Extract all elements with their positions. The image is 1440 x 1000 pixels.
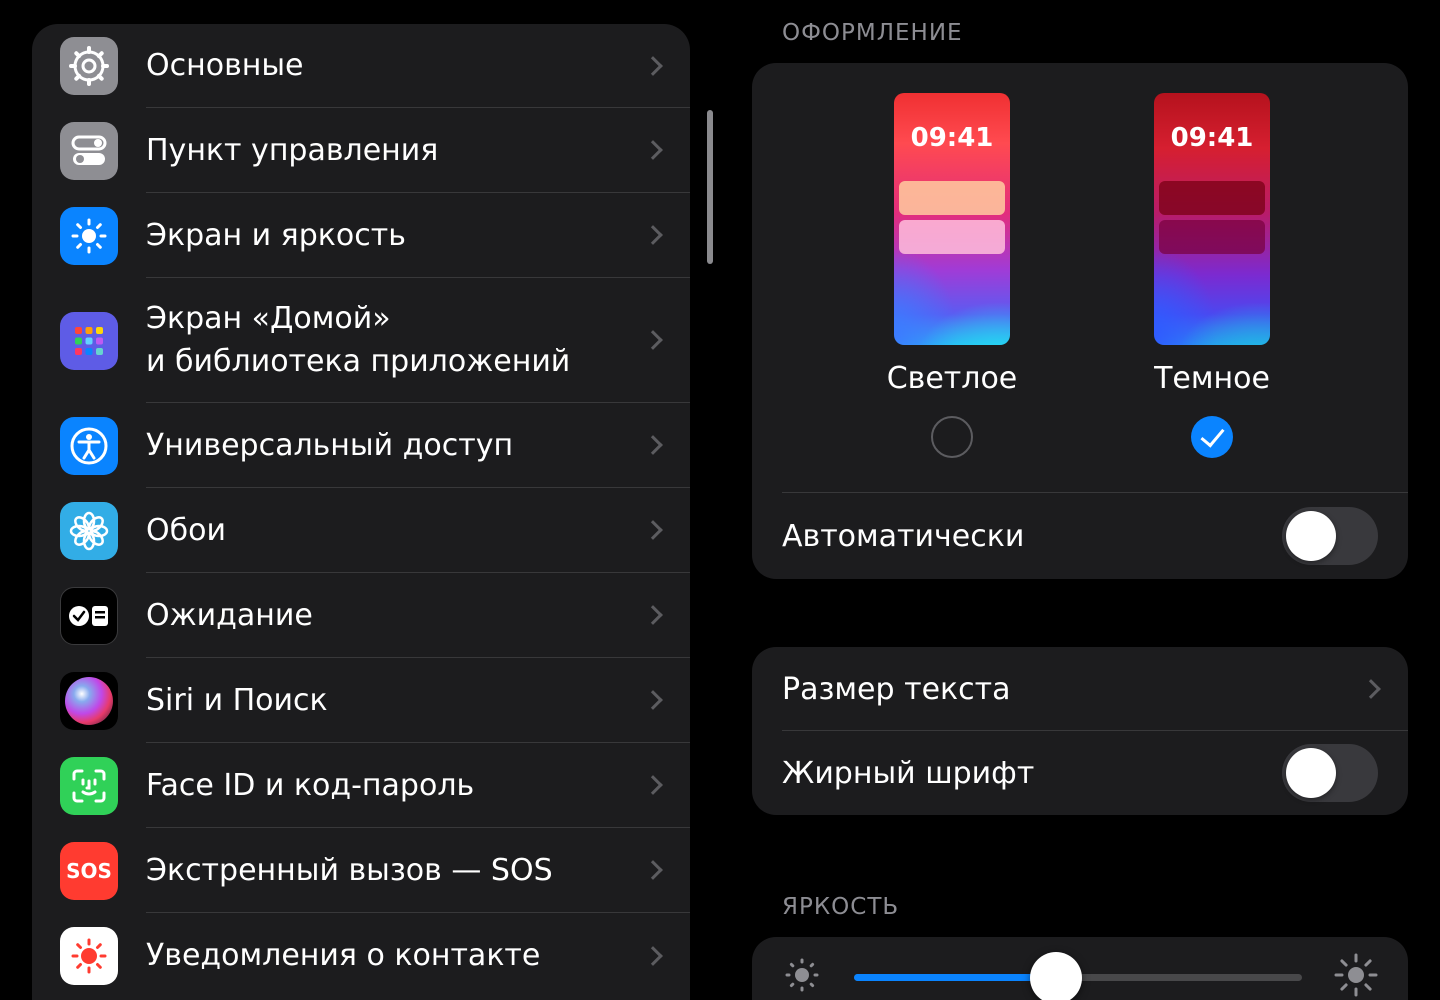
- sidebar-item-label: Экран «Домой» и библиотека приложений: [146, 301, 571, 379]
- face-id-icon: [60, 756, 118, 815]
- sidebar-scroll-indicator[interactable]: [707, 110, 713, 264]
- toggle-knob: [1286, 511, 1336, 561]
- chevron-right-icon: [643, 435, 663, 455]
- chevron-right-icon: [643, 605, 663, 625]
- dark-appearance-radio-checked[interactable]: [1191, 416, 1233, 458]
- chevron-right-icon: [643, 860, 663, 880]
- dark-appearance-label: Темное: [1154, 361, 1270, 396]
- sidebar-item-label: Ожидание: [146, 597, 313, 633]
- appearance-card: 09:41 Светлое 09:41 Темное Автоматически: [752, 63, 1408, 579]
- dark-preview-time: 09:41: [1170, 123, 1254, 153]
- sidebar-item-label: Экстренный вызов — SOS: [146, 852, 553, 888]
- sidebar-item-label: Основные: [146, 48, 304, 83]
- preview-notification: [899, 220, 1005, 254]
- bold-text-row: Жирный шрифт: [752, 731, 1408, 815]
- chevron-right-icon: [643, 690, 663, 710]
- app-grid-icon: [60, 311, 118, 370]
- brightness-slider-row: [752, 937, 1408, 1000]
- auto-appearance-row: Автоматически: [752, 493, 1408, 579]
- text-size-label: Размер текста: [782, 671, 1011, 707]
- sidebar-item-label: Пункт управления: [146, 132, 439, 168]
- brightness-slider-track[interactable]: [854, 951, 1302, 1000]
- sidebar-item-control-center[interactable]: Пункт управления: [32, 108, 690, 193]
- sos-icon: SOS: [60, 841, 118, 900]
- sun-icon: [60, 206, 118, 265]
- sidebar-item-label: Универсальный доступ: [146, 427, 514, 463]
- dark-appearance-option[interactable]: 09:41 Темное: [1112, 93, 1312, 458]
- brightness-slider-fill: [854, 974, 1056, 981]
- gear-icon: [60, 37, 118, 95]
- chevron-right-icon: [643, 140, 663, 160]
- text-settings-card: Размер текста Жирный шрифт: [752, 647, 1408, 815]
- high-brightness-icon: [1333, 952, 1379, 1000]
- sidebar-item-standby[interactable]: Ожидание: [32, 573, 690, 658]
- accessibility-icon: [60, 416, 118, 475]
- appearance-section-header: ОФОРМЛЕНИЕ: [782, 20, 963, 46]
- exposure-icon: [60, 926, 118, 985]
- siri-icon: [60, 671, 118, 730]
- sidebar-item-general[interactable]: Основные: [32, 24, 690, 108]
- sidebar-item-display[interactable]: Экран и яркость: [32, 193, 690, 278]
- switches-icon: [60, 121, 118, 180]
- sos-icon-text: SOS: [66, 858, 112, 883]
- standby-icon: [60, 586, 118, 645]
- chevron-right-icon: [1361, 679, 1381, 699]
- sidebar-item-wallpaper[interactable]: Обои: [32, 488, 690, 573]
- dark-phone-preview[interactable]: 09:41: [1154, 93, 1270, 345]
- toggle-knob: [1286, 748, 1336, 798]
- sidebar-item-label: Siri и Поиск: [146, 682, 328, 718]
- sidebar-item-label: Обои: [146, 512, 226, 548]
- chevron-right-icon: [643, 775, 663, 795]
- auto-appearance-toggle[interactable]: [1282, 507, 1378, 565]
- chevron-right-icon: [643, 945, 663, 966]
- brightness-section-header: ЯРКОСТЬ: [782, 894, 900, 920]
- preview-notification: [899, 181, 1005, 215]
- preview-notification: [1159, 181, 1265, 215]
- appearance-previews: 09:41 Светлое 09:41 Темное: [752, 63, 1408, 493]
- auto-appearance-label: Автоматически: [782, 518, 1025, 554]
- bold-text-label: Жирный шрифт: [782, 755, 1035, 791]
- sidebar-item-accessibility[interactable]: Универсальный доступ: [32, 403, 690, 488]
- brightness-slider-knob[interactable]: [1029, 951, 1082, 1000]
- settings-sidebar: Основные Пункт управления Экран и яркост…: [32, 24, 690, 1000]
- chevron-right-icon: [643, 330, 663, 350]
- text-size-row[interactable]: Размер текста: [752, 647, 1408, 731]
- sidebar-item-label: Экран и яркость: [146, 217, 406, 253]
- flower-icon: [60, 501, 118, 560]
- light-appearance-option[interactable]: 09:41 Светлое: [852, 93, 1052, 458]
- light-appearance-radio[interactable]: [931, 416, 973, 458]
- preview-notification: [1159, 220, 1265, 254]
- sidebar-item-label: Уведомления о контакте: [146, 938, 541, 973]
- sidebar-item-face-id[interactable]: Face ID и код-пароль: [32, 743, 690, 828]
- chevron-right-icon: [643, 520, 663, 540]
- light-phone-preview[interactable]: 09:41: [894, 93, 1010, 345]
- sidebar-item-label: Face ID и код-пароль: [146, 767, 475, 803]
- sidebar-item-emergency-sos[interactable]: SOS Экстренный вызов — SOS: [32, 828, 690, 913]
- low-brightness-icon: [783, 956, 821, 998]
- chevron-right-icon: [643, 55, 663, 76]
- sidebar-item-exposure-notifications[interactable]: Уведомления о контакте: [32, 913, 690, 998]
- sidebar-item-home-screen[interactable]: Экран «Домой» и библиотека приложений: [32, 278, 690, 403]
- light-appearance-label: Светлое: [886, 361, 1018, 396]
- light-preview-time: 09:41: [910, 123, 994, 153]
- sidebar-item-siri[interactable]: Siri и Поиск: [32, 658, 690, 743]
- bold-text-toggle[interactable]: [1282, 744, 1378, 802]
- chevron-right-icon: [643, 225, 663, 245]
- brightness-card: [752, 937, 1408, 1000]
